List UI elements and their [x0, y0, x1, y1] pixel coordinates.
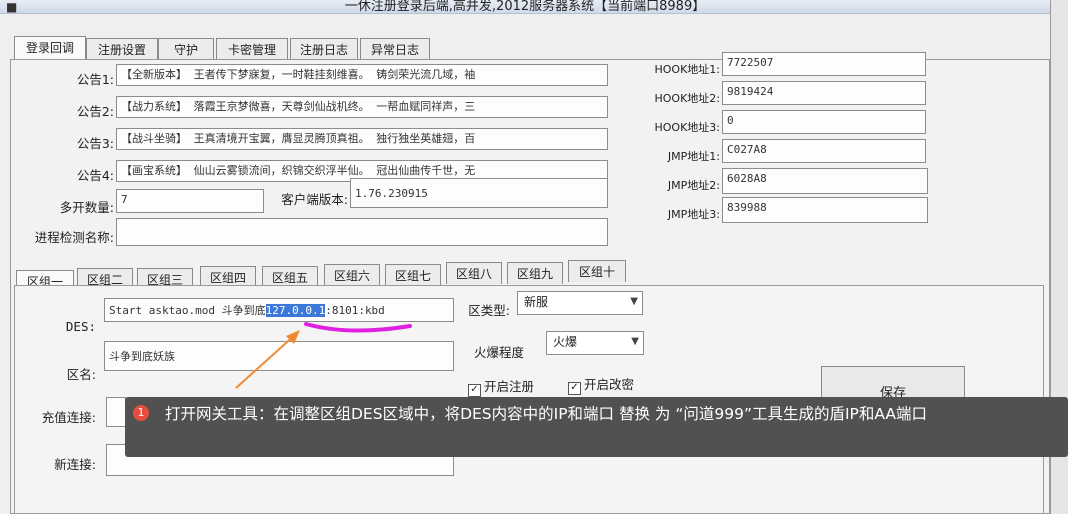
guide-tooltip: 1 打开网关工具：在调整区组DES区域中，将DES内容中的IP和端口 替换 为 … [125, 397, 1068, 457]
annotation-underline [304, 322, 412, 333]
annotation-arrow-icon [235, 333, 297, 389]
tooltip-text: 打开网关工具：在调整区组DES区域中，将DES内容中的IP和端口 替换 为 “问… [165, 405, 928, 423]
step-badge: 1 [133, 405, 149, 421]
